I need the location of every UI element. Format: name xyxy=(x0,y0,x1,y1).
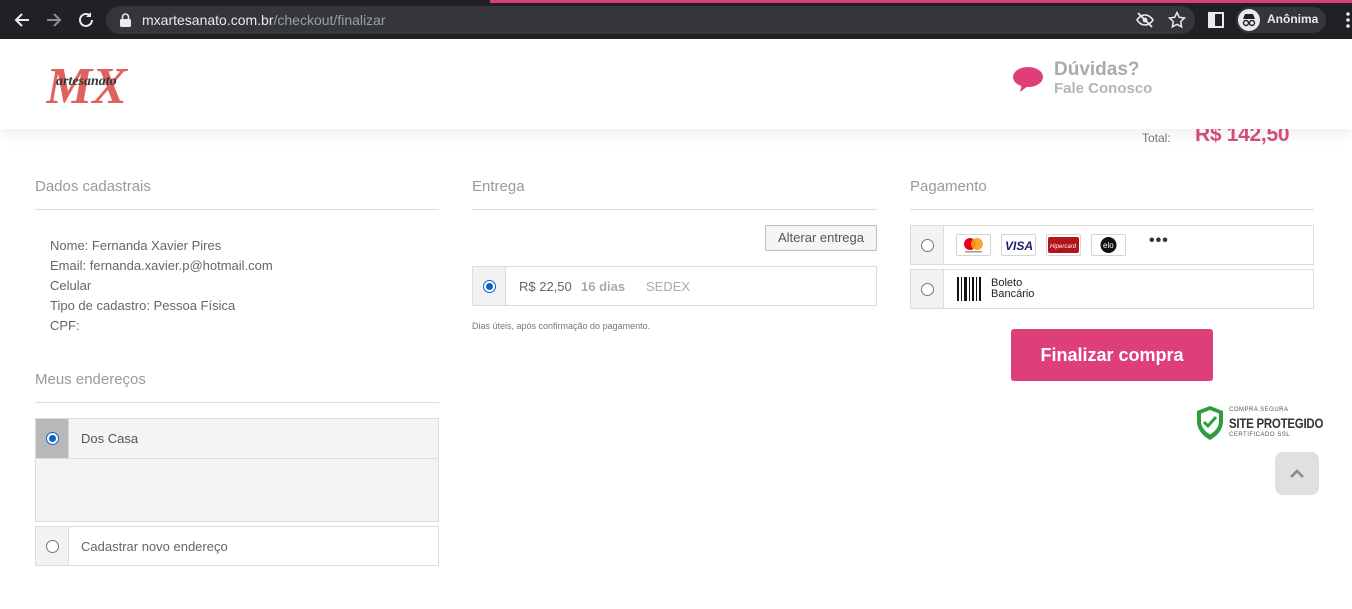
scroll-top-button[interactable] xyxy=(1275,452,1319,495)
url-text[interactable]: mxartesanato.com.br/checkout/finalizar xyxy=(142,12,386,28)
lock-icon[interactable] xyxy=(120,13,131,32)
card-radio[interactable] xyxy=(921,239,934,252)
divider xyxy=(36,458,438,459)
address-radio[interactable] xyxy=(46,540,59,553)
shipping-days: 16 dias xyxy=(581,279,626,294)
finalize-purchase-button[interactable]: Finalizar compra xyxy=(1011,329,1213,381)
shield-check-icon xyxy=(1195,405,1225,446)
shipping-radio[interactable] xyxy=(483,280,496,293)
radio-cell xyxy=(36,527,69,565)
dados-title: Dados cadastrais xyxy=(35,178,151,195)
enderecos-title: Meus endereços xyxy=(35,371,146,388)
reading-mode-icon[interactable] xyxy=(1204,8,1228,32)
svg-text:elo: elo xyxy=(1103,241,1114,250)
pagamento-title: Pagamento xyxy=(910,178,987,195)
url-domain: mxartesanato.com.br xyxy=(142,12,274,28)
tab-accent xyxy=(490,0,1352,3)
change-shipping-button[interactable]: Alterar entrega xyxy=(765,225,877,251)
total-label: Total: xyxy=(1142,131,1171,145)
boleto-line2: Bancário xyxy=(991,288,1035,300)
cad-email: Email: fernanda.xavier.p@hotmail.com xyxy=(50,258,273,273)
divider xyxy=(35,209,439,210)
radio-cell xyxy=(911,270,944,308)
entrega-title: Entrega xyxy=(472,178,525,195)
radio-cell xyxy=(36,419,69,458)
menu-icon[interactable] xyxy=(1336,8,1352,32)
address-item-selected[interactable]: Dos Casa xyxy=(35,418,439,522)
tab-strip-edge xyxy=(0,0,1352,3)
cad-phone: Celular xyxy=(50,278,92,293)
profile-label: Anônima xyxy=(1267,12,1319,26)
hipercard-icon: Hipercard xyxy=(1046,234,1081,256)
radio-cell xyxy=(473,267,506,305)
secure-site-seal: COMPRA SEGURA SITE PROTEGIDO CERTIFICADO… xyxy=(1195,405,1323,446)
radio-cell xyxy=(911,226,944,264)
mastercard-icon xyxy=(956,234,991,256)
seal-line2: SITE PROTEGIDO xyxy=(1229,415,1324,431)
address-item-new[interactable]: Cadastrar novo endereço xyxy=(35,526,439,566)
help-contact[interactable]: Dúvidas? Fale Conosco xyxy=(1012,59,1192,109)
incognito-icon xyxy=(1238,9,1260,31)
divider xyxy=(472,209,877,210)
url-path: /checkout/finalizar xyxy=(273,12,386,28)
help-title: Dúvidas? xyxy=(1054,59,1140,80)
payment-option-card[interactable]: VISA Hipercard elo ••• xyxy=(910,225,1314,265)
payment-option-boleto[interactable]: Boleto Bancário xyxy=(910,269,1314,309)
chevron-up-icon xyxy=(1289,466,1305,484)
elo-icon: elo xyxy=(1091,234,1126,256)
seal-line3: CERTIFICADO SSL xyxy=(1229,432,1291,438)
visa-icon: VISA xyxy=(1001,234,1036,256)
cad-type: Tipo de cadastro: Pessoa Física xyxy=(50,298,236,313)
svg-text:Hipercard: Hipercard xyxy=(1050,244,1077,250)
browser-toolbar: mxartesanato.com.br/checkout/finalizar A… xyxy=(0,0,1352,39)
shipping-price: R$ 22,50 xyxy=(519,279,572,294)
back-icon[interactable] xyxy=(10,8,34,32)
site-logo[interactable]: MX artesanato xyxy=(45,55,156,115)
forward-icon[interactable] xyxy=(42,8,66,32)
address-radio[interactable] xyxy=(46,432,59,445)
help-subtitle[interactable]: Fale Conosco xyxy=(1054,80,1152,97)
chat-bubble-icon xyxy=(1012,65,1044,98)
shipping-option[interactable]: R$ 22,50 16 dias SEDEX xyxy=(472,266,877,306)
boleto-label: Boleto Bancário xyxy=(991,278,1034,300)
reload-icon[interactable] xyxy=(74,8,98,32)
shipping-note: Dias úteis, após confirmação do pagament… xyxy=(472,321,651,331)
address-label: Cadastrar novo endereço xyxy=(81,539,228,554)
cad-cpf: CPF: xyxy=(50,318,80,333)
svg-text:artesanato: artesanato xyxy=(56,74,117,89)
shipping-carrier: SEDEX xyxy=(646,279,691,294)
eye-off-icon[interactable] xyxy=(1136,11,1154,29)
divider xyxy=(35,402,439,403)
address-bar[interactable]: mxartesanato.com.br/checkout/finalizar xyxy=(106,6,1195,34)
divider xyxy=(910,209,1314,210)
cad-name: Nome: Fernanda Xavier Pires xyxy=(50,238,222,253)
star-icon[interactable] xyxy=(1167,10,1187,29)
boleto-radio[interactable] xyxy=(921,283,934,296)
address-label: Dos Casa xyxy=(81,431,139,446)
seal-line1: COMPRA SEGURA xyxy=(1229,407,1289,413)
profile-button[interactable]: Anônima xyxy=(1236,7,1326,33)
site-header: MX artesanato Dúvidas? Fale Conosco xyxy=(0,39,1352,129)
more-cards-icon: ••• xyxy=(1149,232,1169,249)
svg-text:VISA: VISA xyxy=(1005,239,1033,253)
barcode-icon xyxy=(956,276,982,307)
